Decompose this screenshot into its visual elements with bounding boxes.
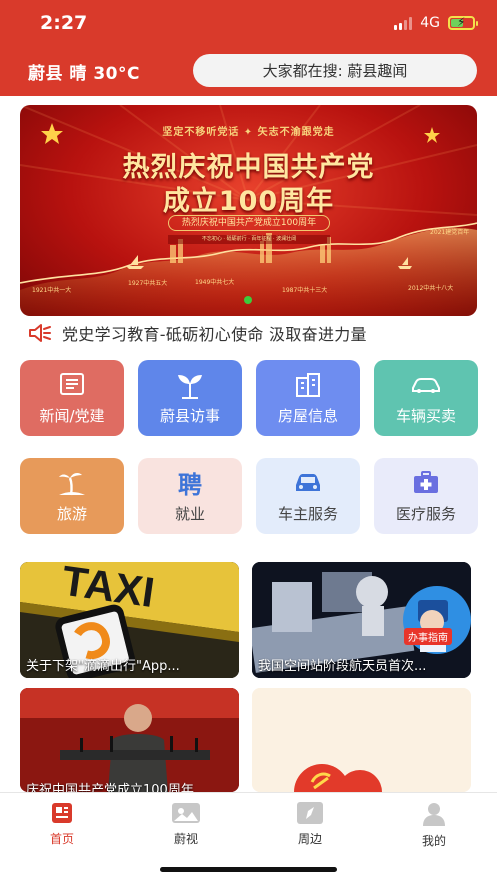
banner-year-label: 1921中共一大 <box>32 287 72 294</box>
tab-label: 我的 <box>421 834 446 848</box>
news-card[interactable] <box>252 688 471 792</box>
news-caption: 我国空间站阶段航天员首次... <box>258 659 427 674</box>
news-card[interactable]: 庆祝中国共产党成立100周年... <box>20 688 239 792</box>
service-label: 蔚县访事 <box>159 406 220 425</box>
service-visit[interactable]: 蔚县访事 <box>138 360 242 436</box>
news-icon <box>55 371 89 399</box>
tab-label: 首页 <box>49 832 74 846</box>
service-travel[interactable]: 旅游 <box>20 458 124 534</box>
network-type: 4G <box>420 15 440 31</box>
building-icon <box>291 371 325 399</box>
tab-profile[interactable]: 我的 <box>394 801 474 849</box>
status-indicators: 4G ⚡ <box>394 15 478 31</box>
app-header: 2:27 4G ⚡ 蔚县 晴 30°C 大家都在搜: 蔚县趣闻 <box>0 0 497 96</box>
home-indicator[interactable] <box>160 867 337 872</box>
banner-title-line2: 成立100周年 <box>162 186 335 217</box>
service-label: 就业 <box>174 504 205 523</box>
banner-subtitle: 热烈庆祝中国共产党成立100周年 <box>168 215 330 231</box>
carousel-indicator-active[interactable] <box>244 296 252 304</box>
video-icon <box>172 803 200 823</box>
speaker-icon <box>29 324 51 342</box>
service-car-owner[interactable]: 车主服务 <box>256 458 360 534</box>
service-cars[interactable]: 车辆买卖 <box>374 360 478 436</box>
tab-nearby[interactable]: 周边 <box>270 801 350 847</box>
banner-year-label: 2012中共十八大 <box>408 285 454 292</box>
service-label: 房屋信息 <box>277 406 338 425</box>
medical-kit-icon <box>409 469 443 497</box>
service-medical[interactable]: 医疗服务 <box>374 458 478 534</box>
banner-year-label: 1949中共七大 <box>195 279 235 286</box>
banner-strip: 不忘初心 · 砥砺前行 · 百年征程 · 波澜壮阔 <box>168 235 330 244</box>
battery-icon: ⚡ <box>448 15 478 30</box>
news-card[interactable]: TAXI 关于下架"滴滴出行"App... <box>20 562 239 678</box>
service-label: 车辆买卖 <box>395 406 456 425</box>
tab-label: 蔚视 <box>173 832 198 846</box>
service-label: 新闻/党建 <box>39 406 105 425</box>
service-jobs[interactable]: 聘 就业 <box>138 458 242 534</box>
notice-bar[interactable]: 党史学习教育-砥砺初心使命 汲取奋进力量 <box>28 322 367 344</box>
news-caption: 庆祝中国共产党成立100周年... <box>26 783 207 792</box>
news-image-ceremony <box>20 688 239 792</box>
weather-label[interactable]: 蔚县 晴 30°C <box>28 59 140 84</box>
car-service-icon <box>291 469 325 497</box>
search-bar[interactable]: 大家都在搜: 蔚县趣闻 <box>193 54 477 87</box>
service-label: 车主服务 <box>277 504 338 523</box>
signal-icon <box>394 16 413 30</box>
hiring-icon: 聘 <box>178 471 202 499</box>
banner-year-label: 1927中共五大 <box>128 280 168 287</box>
news-caption: 关于下架"滴滴出行"App... <box>26 659 180 674</box>
banner-year-label: 1987中共十三大 <box>282 287 328 294</box>
tab-home[interactable]: 首页 <box>22 801 102 847</box>
status-time: 2:27 <box>40 12 88 34</box>
car-icon <box>409 371 443 399</box>
hero-banner[interactable]: 坚定不移听党话 ✦ 矢志不渝跟党走 热烈庆祝中国共产党 成立100周年 热烈庆祝… <box>20 105 477 316</box>
home-news-icon <box>52 803 72 823</box>
service-label: 医疗服务 <box>395 504 456 523</box>
tab-label: 周边 <box>297 832 322 846</box>
notice-text: 党史学习教育-砥砺初心使命 汲取奋进力量 <box>62 325 367 344</box>
news-card[interactable]: 办事指南 我国空间站阶段航天员首次... <box>252 562 471 678</box>
sprout-icon <box>173 371 207 399</box>
service-news[interactable]: 新闻/党建 <box>20 360 124 436</box>
service-guide-badge[interactable]: 办事指南 <box>404 628 452 645</box>
beach-icon <box>55 469 89 497</box>
news-image-party-emblem <box>252 688 471 792</box>
service-label: 旅游 <box>56 504 87 523</box>
banner-year-label: 2021建党百年 <box>430 229 470 236</box>
service-housing[interactable]: 房屋信息 <box>256 360 360 436</box>
compass-icon <box>297 802 323 824</box>
tab-video[interactable]: 蔚视 <box>146 801 226 847</box>
profile-icon <box>423 803 445 826</box>
banner-motto: 坚定不移听党话 ✦ 矢志不渝跟党走 <box>162 127 335 138</box>
